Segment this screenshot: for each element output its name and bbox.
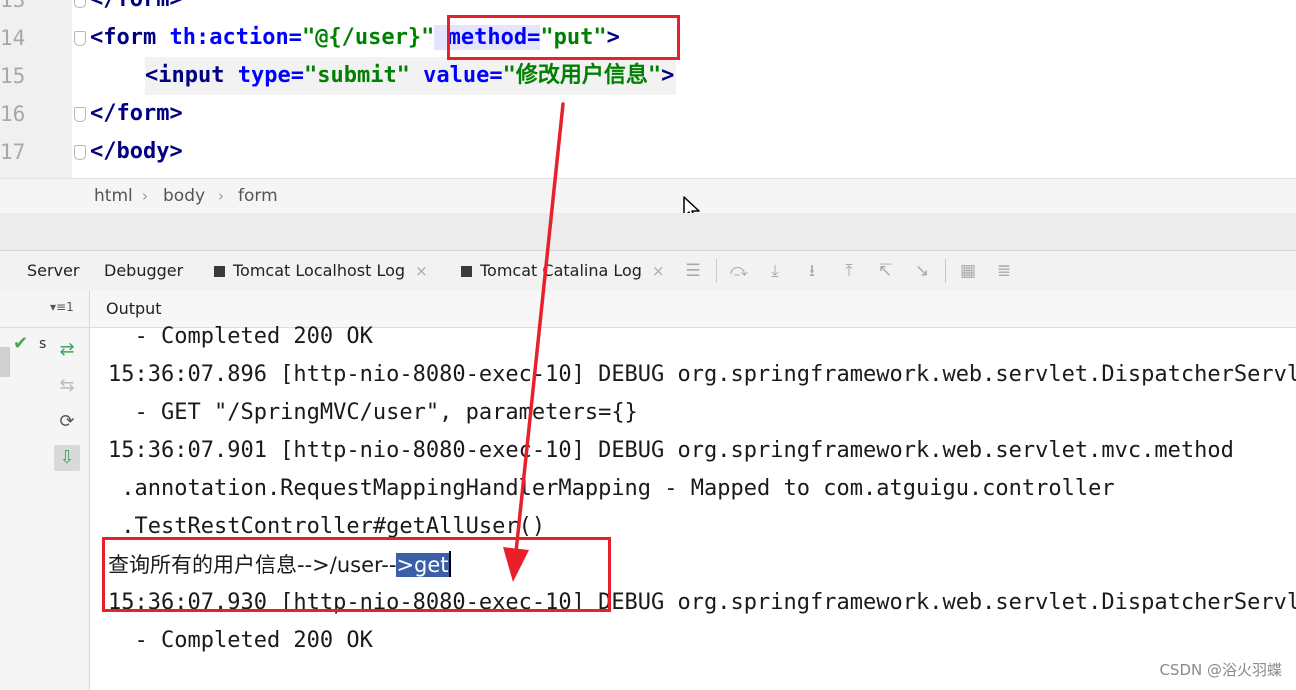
breadcrumb-item-form[interactable]: form: [238, 179, 278, 213]
log-line: - Completed 200 OK: [108, 628, 373, 653]
server-side-panel: ▾≡1 ✔ s ⇄ ⇆ ⟳ ⇩: [0, 291, 90, 690]
breadcrumb-separator-icon: ›: [218, 187, 224, 205]
log-line: - GET "/SpringMVC/user", parameters={}: [108, 400, 638, 425]
tab-label: Tomcat Localhost Log: [233, 261, 406, 280]
selection-indicator: [0, 347, 10, 377]
step-out-icon[interactable]: ⤒: [838, 260, 860, 282]
update-app-icon[interactable]: ⇄: [54, 337, 80, 363]
tool-window-tabbar: Server Debugger Tomcat Localhost Log × To…: [0, 250, 1296, 292]
toolbar-separator: [945, 259, 946, 283]
fold-marker-icon[interactable]: [74, 31, 86, 46]
step-over-icon[interactable]: ⤼: [728, 260, 750, 282]
log-line: .annotation.RequestMappingHandlerMapping…: [108, 476, 1115, 501]
watermark: CSDN @浴火羽蝶: [1159, 661, 1282, 679]
tab-tomcat-catalina-log[interactable]: Tomcat Catalina Log ×: [461, 251, 665, 291]
tab-label: Server: [27, 261, 80, 280]
evaluate-table-icon[interactable]: ▦: [957, 260, 979, 282]
line-number: 14: [0, 26, 26, 50]
annotation-box-get: [102, 537, 611, 612]
tag-name: <input: [145, 63, 225, 88]
fold-marker-icon[interactable]: [74, 145, 86, 160]
menu-icon[interactable]: ☰: [682, 260, 704, 282]
refresh-icon[interactable]: ⟳: [54, 409, 80, 435]
deploy-icon[interactable]: ⇆: [54, 373, 80, 399]
code-editor[interactable]: 13 </form> 14 <form th:action="@{/user}"…: [0, 0, 1296, 178]
output-console[interactable]: Output - Completed 200 OK 15:36:07.896 […: [90, 291, 1296, 690]
drop-frame-icon[interactable]: ↸: [874, 260, 896, 282]
tab-debugger[interactable]: Debugger: [104, 251, 183, 291]
log-icon: [214, 266, 225, 277]
close-icon[interactable]: ×: [652, 262, 665, 280]
server-item-label[interactable]: s: [39, 336, 46, 352]
toolbar-separator: [716, 259, 717, 283]
fold-marker-icon[interactable]: [74, 0, 86, 8]
attr-name: value=: [409, 63, 503, 88]
log-icon: [461, 266, 472, 277]
tab-server[interactable]: Server: [27, 251, 79, 291]
line-number: 16: [0, 102, 26, 126]
force-step-into-icon[interactable]: ⭳: [801, 260, 823, 282]
step-into-icon[interactable]: ⤓: [764, 260, 786, 282]
tab-tomcat-localhost-log[interactable]: Tomcat Localhost Log ×: [214, 251, 428, 291]
breadcrumb-item-body[interactable]: body: [163, 179, 205, 213]
tag-name: <form: [90, 25, 157, 50]
code-line-15[interactable]: 15 <input type="submit" value="修改用户信息">: [0, 57, 1296, 95]
attr-value: "修改用户信息": [502, 63, 662, 88]
attr-name: th:action=: [156, 25, 302, 50]
code-text: </form>: [90, 101, 183, 126]
scroll-to-end-icon[interactable]: ⇩: [54, 445, 80, 471]
tab-label: Debugger: [104, 261, 184, 280]
code-line-16[interactable]: 16 </form>: [0, 95, 1296, 133]
layout-menu-icon[interactable]: ▾≡1: [50, 300, 74, 314]
run-to-cursor-icon[interactable]: ↘: [911, 260, 933, 282]
attr-value: "@{/user}": [301, 25, 435, 50]
annotation-box-method: [447, 15, 680, 60]
attr-name: type=: [224, 63, 304, 88]
panel-header: ▾≡1: [0, 291, 89, 328]
line-number: 15: [0, 64, 26, 88]
log-line: 15:36:07.901 [http-nio-8080-exec-10] DEB…: [108, 438, 1234, 463]
log-line: 15:36:07.896 [http-nio-8080-exec-10] DEB…: [108, 362, 1296, 387]
line-number: 17: [0, 140, 26, 164]
close-icon[interactable]: ×: [415, 262, 428, 280]
checkmark-icon: ✔: [13, 333, 29, 354]
fold-marker-icon[interactable]: [74, 107, 86, 122]
breadcrumb-item-html[interactable]: html: [94, 179, 133, 213]
code-line-17[interactable]: 17 </body>: [0, 133, 1296, 171]
code-text: </body>: [90, 139, 183, 164]
tab-label: Tomcat Catalina Log: [480, 261, 642, 280]
code-text: </form>: [90, 0, 183, 19]
line-number: 13: [0, 0, 26, 12]
tag-close: >: [661, 63, 675, 88]
log-line: - Completed 200 OK: [108, 324, 373, 349]
trace-icon[interactable]: ≣: [993, 260, 1015, 282]
breadcrumb-separator-icon: ›: [142, 187, 148, 205]
attr-value: "submit": [303, 63, 410, 88]
code-text: <input type="submit" value="修改用户信息">: [145, 57, 677, 95]
breadcrumb: html › body › form: [0, 178, 1296, 222]
panel-divider: [0, 213, 1296, 250]
